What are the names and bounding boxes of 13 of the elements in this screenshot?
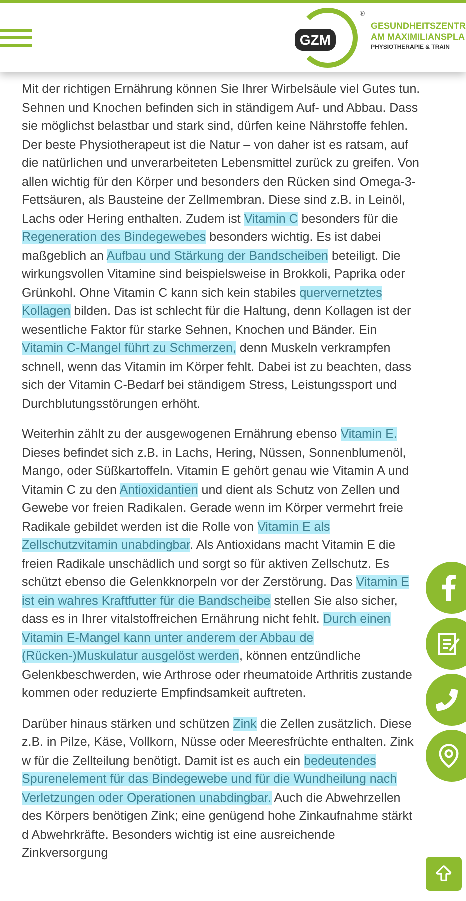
scroll-top-button[interactable] bbox=[426, 857, 462, 891]
arrow-up-icon bbox=[434, 864, 454, 884]
logo-title: GESUNDHEITSZENTR bbox=[370, 21, 466, 32]
notepad-icon bbox=[436, 631, 462, 657]
phone-icon bbox=[436, 689, 458, 711]
body-paragraph: Darüber hinaus stärken und schützen Zink die Zellen zusätzlich. Diese z.B. in Pilze, Käse, Vollkorn, Nüsse oder Meeresfrüchte enthalten. Zink w für die Zellteilung benötigt. Damit ist es auch ein bedeutendes Spurenelement für das Bindegewebe und für die Wundheilung nach Verletzungen oder Operationen unabdingbar. Auch die Abwehrzellen des Körpers benötigen Zink; eine genügend hohe Zinkaufnahme stärkt d Abwehrkräfte. Besonders wichtig ist eine ausreichende Zinkversorgung bbox=[22, 716, 415, 862]
notes-button[interactable] bbox=[426, 618, 466, 670]
location-button[interactable] bbox=[426, 730, 466, 782]
logo-badge: GZM bbox=[292, 26, 338, 52]
phone-button[interactable] bbox=[426, 674, 466, 726]
logo-title: AM MAXIMILIANSPLA bbox=[370, 32, 466, 43]
menu-icon[interactable] bbox=[0, 28, 32, 46]
facebook-button[interactable] bbox=[426, 562, 466, 614]
